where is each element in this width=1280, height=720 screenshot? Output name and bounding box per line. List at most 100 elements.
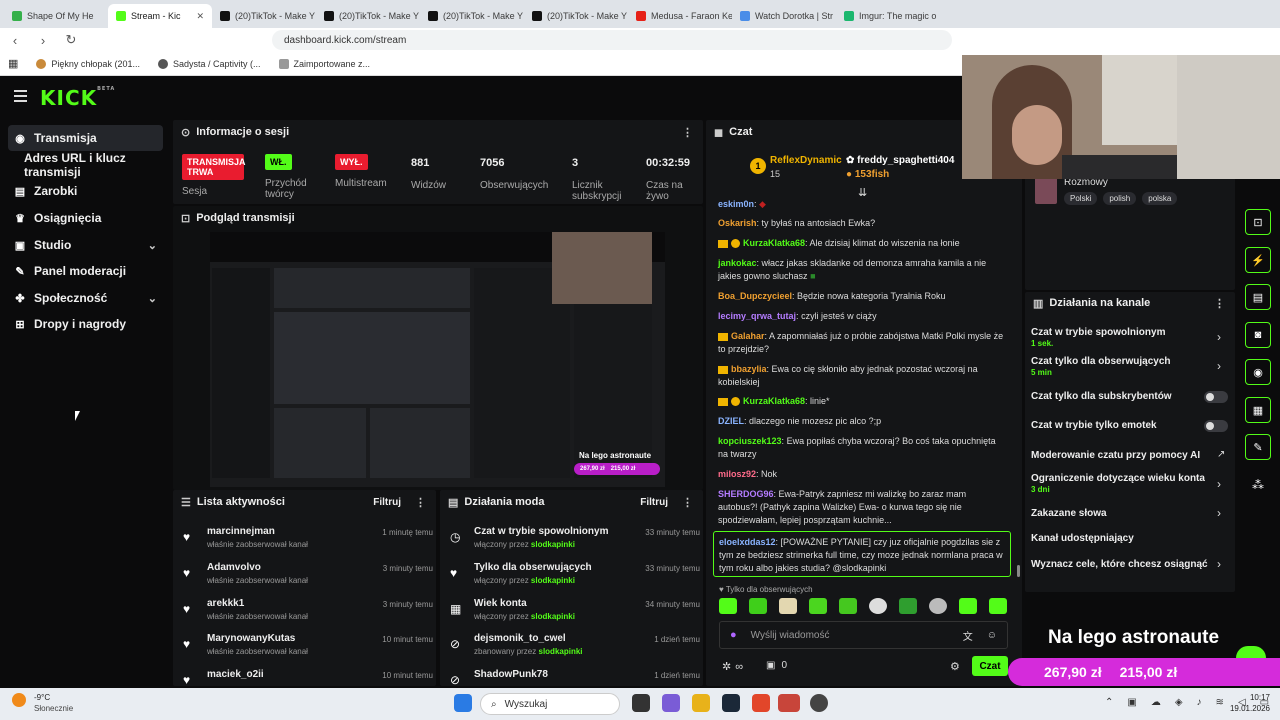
windows-start-icon[interactable]: [454, 694, 472, 712]
chat-username[interactable]: KurzaKlatka68: [743, 396, 805, 406]
activity-user[interactable]: maciek_o2ii: [207, 669, 264, 680]
apps-icon[interactable]: ▦: [8, 57, 18, 70]
microphone-icon[interactable]: ♪: [1197, 697, 1202, 708]
more-options-icon[interactable]: ⋮: [1214, 297, 1225, 310]
emote-icon[interactable]: [929, 598, 947, 614]
forward-icon[interactable]: ›: [36, 33, 50, 48]
filter-button[interactable]: Filtruj: [640, 497, 668, 508]
sidebar-item-zarobki[interactable]: ▤ Zarobki: [8, 178, 163, 204]
mod-action-name[interactable]: ShadowPunk78: [474, 669, 548, 680]
action-goals[interactable]: Wyznacz cele, które chcesz osiągnąć: [1031, 559, 1208, 570]
browser-tab[interactable]: (20)TikTok - Make Y: [524, 4, 628, 28]
browser-tab[interactable]: (20)TikTok - Make Y: [420, 4, 524, 28]
action-banned-words[interactable]: Zakazane słowa: [1031, 508, 1107, 519]
channel-points[interactable]: ✲ ∞: [722, 660, 743, 674]
more-options-icon[interactable]: ⋮: [682, 496, 693, 509]
bookmark-item[interactable]: Sadysta / Captivity (...: [157, 58, 261, 69]
activity-user[interactable]: Adamvolvo: [207, 562, 261, 573]
sidebar-item-spolecznosc[interactable]: ✤ Społeczność ⌄: [8, 285, 163, 311]
chat-username[interactable]: jankokac: [718, 258, 757, 268]
sidebar-item-transmisja[interactable]: ◉ Transmisja: [8, 125, 163, 151]
close-tab-icon[interactable]: ✕: [196, 11, 204, 22]
chat-username[interactable]: eloelxddas12: [719, 537, 776, 547]
network-icon[interactable]: ▣: [1127, 697, 1136, 708]
mod-action-name[interactable]: dejsmonik_to_cwel: [474, 633, 566, 644]
chevron-right-icon[interactable]: ›: [1217, 359, 1221, 373]
browser-tab[interactable]: Stream - Kic ✕: [108, 4, 212, 28]
chat-bubble-icon[interactable]: ◙: [1245, 322, 1271, 348]
more-options-icon[interactable]: ⋮: [415, 496, 426, 509]
emote-icon[interactable]: [719, 598, 737, 614]
action-account-age[interactable]: Ograniczenie dotyczące wieku konta 3 dni: [1031, 473, 1205, 494]
url-field[interactable]: dashboard.kick.com/stream: [272, 30, 952, 50]
document-icon[interactable]: ▤: [1245, 284, 1271, 310]
chat-input[interactable]: ● Wyślij wiadomość 文 ☺: [719, 621, 1008, 649]
sidebar-item-studio[interactable]: ▣ Studio ⌄: [8, 232, 163, 258]
emote-icon[interactable]: [809, 598, 827, 614]
emote-icon[interactable]: [839, 598, 857, 614]
moderator-name[interactable]: slodkapinki: [531, 576, 575, 585]
chat-username[interactable]: Oskarish: [718, 218, 757, 228]
filter-button[interactable]: Filtruj: [373, 497, 401, 508]
tray-expand-icon[interactable]: ⌃: [1105, 697, 1113, 708]
taskbar-search[interactable]: ⌕ Wyszukaj: [480, 693, 620, 715]
task-view-icon[interactable]: [632, 694, 650, 712]
activity-user[interactable]: arekkk1: [207, 598, 244, 609]
chat-username[interactable]: Galahar: [731, 331, 765, 341]
chevron-right-icon[interactable]: ›: [1217, 477, 1221, 491]
chat-username[interactable]: SHERDOG96: [718, 489, 774, 499]
chat-scrollbar[interactable]: [1017, 565, 1020, 577]
chat-username[interactable]: DZIEL: [718, 416, 744, 426]
menu-icon[interactable]: [14, 90, 27, 105]
action-sharing-channel[interactable]: Kanał udostępniający: [1031, 533, 1134, 544]
kick-logo[interactable]: KICKBETA: [40, 86, 115, 110]
chat-username[interactable]: eskim0n: [718, 199, 754, 209]
lightning-icon[interactable]: ⚡: [1245, 247, 1271, 273]
emote-icon[interactable]: [779, 598, 797, 614]
emote-only-toggle[interactable]: [1204, 420, 1228, 432]
file-explorer-icon[interactable]: [692, 694, 710, 712]
tag-chip[interactable]: polska: [1142, 192, 1178, 205]
steam-icon[interactable]: [722, 694, 740, 712]
chat-username[interactable]: lecimy_qrwa_tutaj: [718, 311, 796, 321]
activity-user[interactable]: MarynowanyKutas: [207, 633, 295, 644]
browser-tab[interactable]: Imgur: The magic o: [836, 4, 940, 28]
top-gifter-name[interactable]: ReflexDynamic: [770, 155, 842, 166]
reload-icon[interactable]: ↻: [64, 32, 78, 48]
chat-username[interactable]: bbazylia: [731, 364, 767, 374]
moderator-name[interactable]: slodkapinki: [539, 647, 583, 656]
chevron-right-icon[interactable]: ›: [1217, 506, 1221, 520]
sidebar-item-osiagniecia[interactable]: ♛ Osiągnięcia: [8, 205, 163, 231]
back-icon[interactable]: ‹: [8, 33, 22, 48]
microphone-icon[interactable]: ●: [730, 629, 737, 641]
browser-tab[interactable]: (20)TikTok - Make Y: [316, 4, 420, 28]
action-slow-mode[interactable]: Czat w trybie spowolnionym 1 sek.: [1031, 327, 1165, 348]
drops-counter[interactable]: ▣ 0: [766, 660, 787, 671]
shield-icon[interactable]: ◈: [1175, 697, 1183, 708]
multistream-badge[interactable]: WYŁ.: [335, 154, 368, 170]
wrench-icon[interactable]: ✎: [1245, 434, 1271, 460]
subs-only-toggle[interactable]: [1204, 391, 1228, 403]
app-icon[interactable]: [778, 694, 800, 712]
chat-username[interactable]: milosz92: [718, 469, 756, 479]
chat-username[interactable]: Boa_Dupczycieel: [718, 291, 792, 301]
emote-icon[interactable]: [749, 598, 767, 614]
weather-icon[interactable]: [12, 693, 26, 707]
broadcast-signal-icon[interactable]: ◉: [1245, 359, 1271, 385]
copilot-icon[interactable]: [662, 694, 680, 712]
tag-chip[interactable]: Polski: [1064, 192, 1098, 205]
sidebar-item-panel-moderacji[interactable]: ✎ Panel moderacji: [8, 258, 163, 284]
emoji-icon[interactable]: ☺: [987, 630, 997, 641]
camera-icon[interactable]: ⊡: [1245, 209, 1271, 235]
action-ai-moderation[interactable]: Moderowanie czatu przy pomocy AI: [1031, 450, 1200, 461]
chevron-right-icon[interactable]: ›: [1217, 330, 1221, 344]
layout-icon[interactable]: ▦: [1245, 397, 1271, 423]
external-link-icon[interactable]: ↗: [1217, 449, 1225, 460]
chat-username[interactable]: kopciuszek123: [718, 436, 782, 446]
sidebar-item-stream-key[interactable]: Adres URL i klucz transmisji: [8, 151, 173, 179]
browser-tab[interactable]: Watch Dorotka | Str: [732, 4, 836, 28]
emote-icon[interactable]: [989, 598, 1007, 614]
top-gifter2[interactable]: ✿ freddy_spaghetti404: [846, 155, 954, 166]
moderator-name[interactable]: slodkapinki: [531, 612, 575, 621]
translate-icon[interactable]: 文: [963, 628, 973, 643]
